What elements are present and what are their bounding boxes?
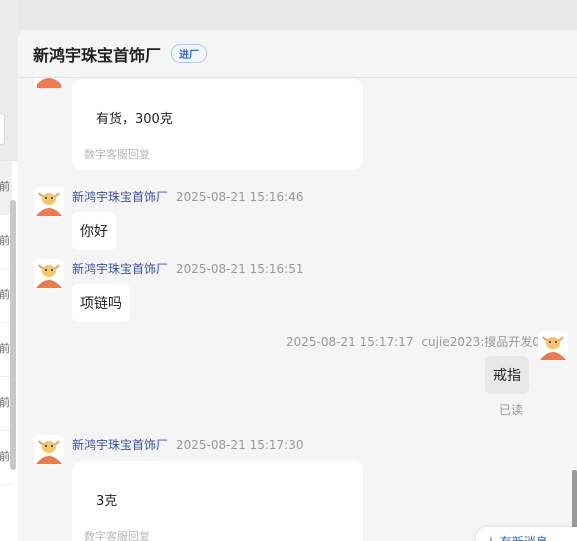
conversation-time: 前 — [0, 450, 10, 463]
message-meta: 新鸿宇珠宝首饰厂 2025-08-21 15:16:51 — [72, 260, 303, 277]
message-time: 2025-08-21 15:16:51 — [176, 262, 304, 276]
conversation-list-scrollbar[interactable] — [10, 200, 16, 470]
chat-title: 新鸿宇珠宝首饰厂 — [33, 45, 162, 65]
message-card: 3克 数字客服回复 — [72, 461, 363, 541]
cow-mascot-avatar-icon — [538, 331, 568, 361]
conversation-list-panel: 前 前 前 前 前 前 — [0, 0, 18, 541]
message-time: 2025-08-21 15:17:17 — [286, 335, 414, 349]
message-meta: 新鸿宇珠宝首饰厂 2025-08-21 15:16:46 — [72, 188, 303, 205]
sender-name[interactable]: 新鸿宇珠宝首饰厂 — [72, 190, 168, 204]
message-meta: 新鸿宇珠宝首饰厂 2025-08-21 15:17:30 — [72, 436, 303, 453]
enter-factory-badge[interactable]: 进厂 — [171, 44, 208, 63]
conversation-time: 前 — [0, 288, 10, 301]
conversation-search-input[interactable] — [0, 113, 5, 145]
message-bubble: 项链吗 — [72, 284, 130, 322]
message-text: 3克 — [96, 494, 118, 509]
cow-mascot-avatar-icon — [34, 259, 64, 289]
message-time: 2025-08-21 15:17:30 — [176, 438, 304, 452]
message-time: 2025-08-21 15:16:46 — [176, 190, 304, 204]
message-bubble: 你好 — [72, 212, 116, 250]
auto-reply-label: 数字客服回复 — [84, 148, 150, 161]
sender-name[interactable]: 新鸿宇珠宝首饰厂 — [72, 438, 168, 452]
cow-mascot-avatar-icon — [34, 187, 64, 217]
my-username: cujie2023:搜品开发007 — [421, 335, 556, 349]
new-message-button[interactable]: ↓ 有新消息 — [476, 527, 577, 541]
message-card: 有货，300克 数字客服回复 — [72, 79, 363, 170]
read-status: 已读 — [499, 403, 524, 417]
conversation-time: 前 — [0, 180, 10, 193]
cow-mascot-avatar-icon — [34, 435, 64, 465]
chat-header: 新鸿宇珠宝首饰厂 进厂 — [18, 30, 577, 78]
my-message-meta: 2025-08-21 15:17:17 cujie2023:搜品开发007 — [286, 333, 555, 350]
conversation-time: 前 — [0, 396, 10, 409]
auto-reply-label: 数字客服回复 — [84, 530, 150, 541]
message-text: 有货，300克 — [96, 112, 173, 127]
conversation-time: 前 — [0, 342, 10, 355]
sender-name[interactable]: 新鸿宇珠宝首饰厂 — [72, 262, 168, 276]
my-message-bubble: 戒指 — [485, 356, 529, 394]
chat-panel: 新鸿宇珠宝首饰厂 进厂 有货，300克 数字客服回复 新鸿宇珠宝首饰厂 2025-… — [18, 30, 577, 541]
conversation-time: 前 — [0, 234, 10, 247]
